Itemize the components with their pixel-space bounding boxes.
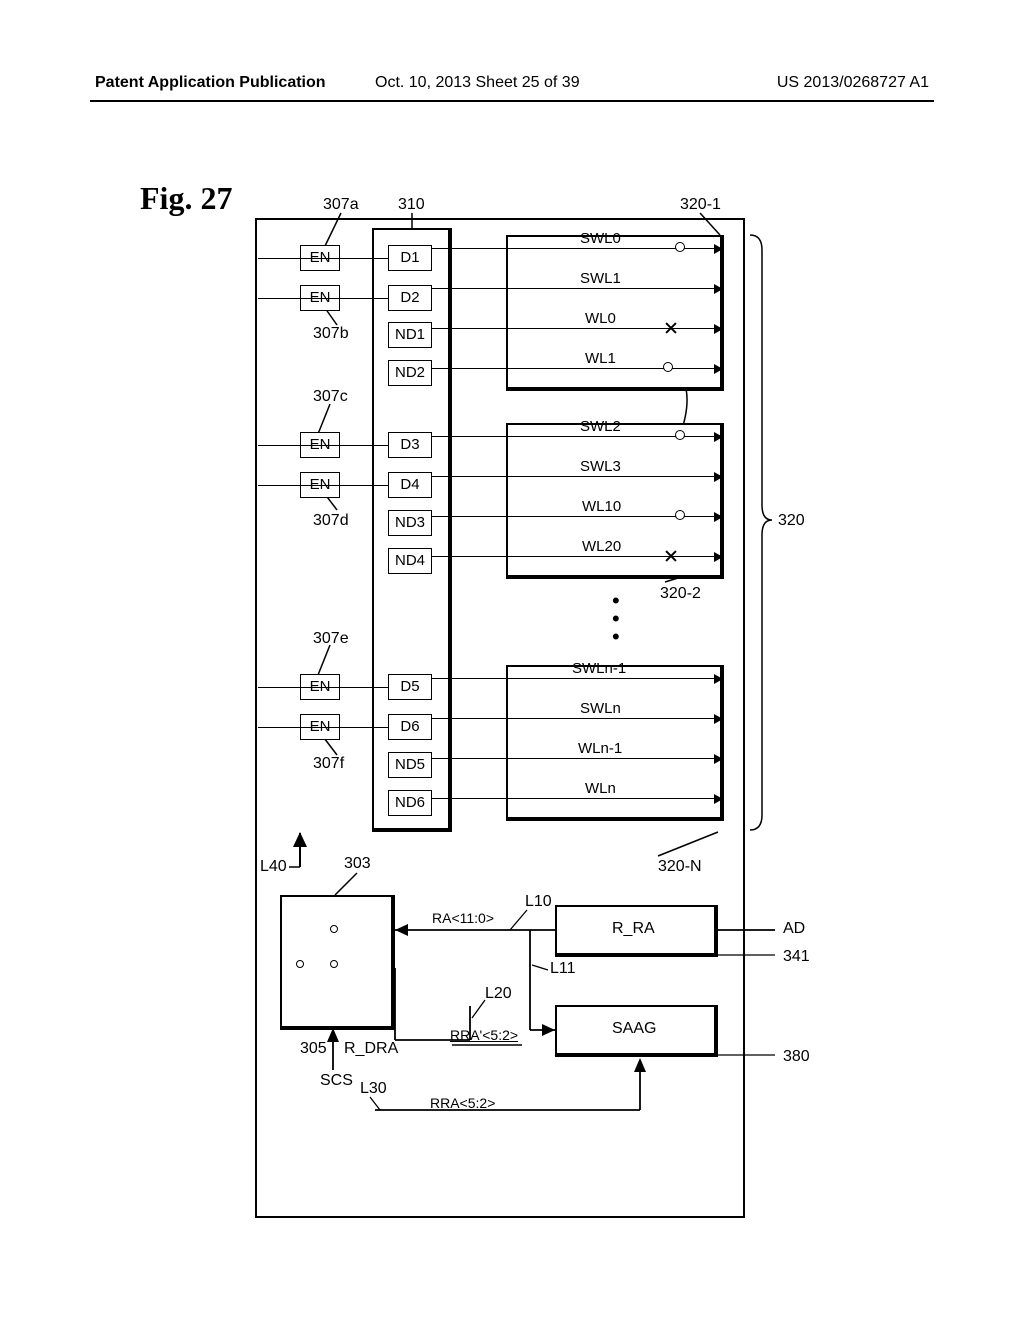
- xmark-wl0: [664, 321, 678, 335]
- box-d2: D2: [388, 285, 432, 311]
- ref-307f: 307f: [313, 755, 344, 773]
- omark-swl0: [675, 242, 685, 252]
- box-d5: D5: [388, 674, 432, 700]
- ref-310: 310: [398, 196, 425, 214]
- box-nd2: ND2: [388, 360, 432, 386]
- line-wl1: [432, 368, 722, 369]
- lbl-L10: L10: [525, 893, 552, 911]
- lbl-swln: SWLn: [580, 700, 621, 717]
- lbl-ad: AD: [783, 920, 805, 938]
- ref-307a: 307a: [323, 196, 359, 214]
- lbl-saag: SAAG: [612, 1020, 656, 1038]
- lbl-L40: L40: [260, 858, 287, 876]
- ref-320-1: 320-1: [680, 196, 721, 214]
- header-left: Patent Application Publication: [95, 74, 326, 92]
- lbl-wln1: WLn-1: [578, 740, 622, 757]
- ref-307e: 307e: [313, 630, 349, 648]
- box-nd3: ND3: [388, 510, 432, 536]
- line-swl3: [432, 476, 722, 477]
- box-nd6: ND6: [388, 790, 432, 816]
- lbl-ra: RA<11:0>: [432, 910, 494, 926]
- box-nd4: ND4: [388, 548, 432, 574]
- box-nd1: ND1: [388, 322, 432, 348]
- lbl-L30: L30: [360, 1080, 387, 1098]
- line-wl20: [432, 556, 722, 557]
- header-mid: Oct. 10, 2013 Sheet 25 of 39: [375, 74, 580, 92]
- ref-380: 380: [783, 1048, 810, 1066]
- lbl-r-dra: R_DRA: [344, 1040, 398, 1058]
- wire-en-d6: [258, 727, 388, 728]
- ref-320-2: 320-2: [660, 585, 701, 603]
- lbl-wl10: WL10: [582, 498, 621, 515]
- lbl-rra52: RRA<5:2>: [430, 1095, 495, 1111]
- page: Patent Application Publication Oct. 10, …: [0, 0, 1024, 1320]
- mux-node-bottom: [330, 960, 338, 968]
- line-swln: [432, 718, 722, 719]
- lbl-swl2: SWL2: [580, 418, 621, 435]
- wire-en-d1: [258, 258, 388, 259]
- ref-305: 305: [300, 1040, 327, 1058]
- lbl-swl1: SWL1: [580, 270, 621, 287]
- wire-en-d2: [258, 298, 388, 299]
- omark-swl2: [675, 430, 685, 440]
- lbl-swl3: SWL3: [580, 458, 621, 475]
- wire-en-d3: [258, 445, 388, 446]
- patent-header: Patent Application Publication Oct. 10, …: [0, 70, 1024, 110]
- lbl-wl20: WL20: [582, 538, 621, 555]
- lbl-wl1: WL1: [585, 350, 616, 367]
- ref-320-n: 320-N: [658, 858, 702, 876]
- mux-node-top: [330, 925, 338, 933]
- wire-en-d5: [258, 687, 388, 688]
- line-wln1: [432, 758, 722, 759]
- ref-307c: 307c: [313, 388, 348, 406]
- header-right: US 2013/0268727 A1: [777, 74, 929, 92]
- lbl-wln: WLn: [585, 780, 616, 797]
- box-d3: D3: [388, 432, 432, 458]
- ref-320: 320: [778, 512, 805, 530]
- lbl-r-ra: R_RA: [612, 920, 655, 938]
- header-rule: [90, 100, 934, 102]
- line-swln1: [432, 678, 722, 679]
- lbl-swl0: SWL0: [580, 230, 621, 247]
- vertical-ellipsis: •••: [612, 592, 620, 646]
- omark-wl10: [675, 510, 685, 520]
- lbl-rrap: RRA'<5:2>: [450, 1027, 518, 1043]
- box-d4: D4: [388, 472, 432, 498]
- lbl-swln1: SWLn-1: [572, 660, 626, 677]
- mux-node-left: [296, 960, 304, 968]
- ref-307b: 307b: [313, 325, 349, 343]
- lbl-L11: L11: [550, 960, 576, 978]
- xmark-wl20: [664, 549, 678, 563]
- wire-en-d4: [258, 485, 388, 486]
- ref-341: 341: [783, 948, 810, 966]
- lbl-L20: L20: [485, 985, 512, 1003]
- line-wln: [432, 798, 722, 799]
- box-nd5: ND5: [388, 752, 432, 778]
- line-wl0: [432, 328, 722, 329]
- box-d1: D1: [388, 245, 432, 271]
- figure-title: Fig. 27: [140, 180, 232, 217]
- ref-307d: 307d: [313, 512, 349, 530]
- omark-wl1: [663, 362, 673, 372]
- box-d6: D6: [388, 714, 432, 740]
- lbl-scs: SCS: [320, 1072, 353, 1090]
- lbl-wl0: WL0: [585, 310, 616, 327]
- line-swl1: [432, 288, 722, 289]
- ref-303: 303: [344, 855, 371, 873]
